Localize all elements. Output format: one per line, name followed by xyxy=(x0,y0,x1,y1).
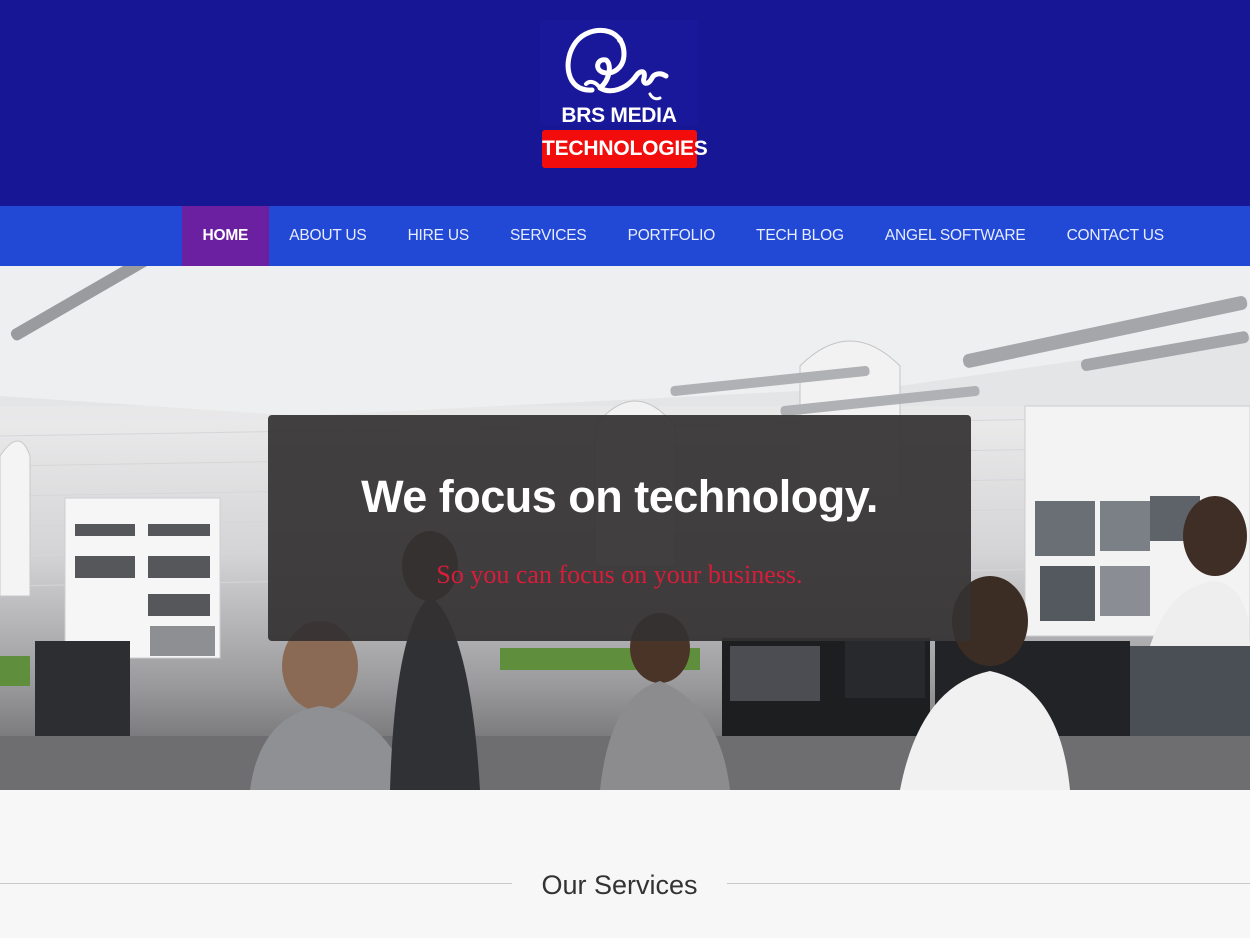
site-logo[interactable]: BRS MEDIA TECHNOLOGIES xyxy=(540,20,708,170)
hero-caption-box: We focus on technology. So you can focus… xyxy=(268,415,971,641)
brand-tagline: TECHNOLOGIES xyxy=(542,130,708,168)
nav-item-services[interactable]: SERVICES xyxy=(490,206,608,266)
divider-right xyxy=(727,883,1250,884)
hero-banner: We focus on technology. So you can focus… xyxy=(0,266,1250,790)
hero-subtitle: So you can focus on your business. xyxy=(436,560,803,589)
services-section: Our Services xyxy=(0,790,1250,938)
divider-left xyxy=(0,883,512,884)
main-nav: HOME ABOUT US HIRE US SERVICES PORTFOLIO… xyxy=(0,206,1250,266)
nav-item-portfolio[interactable]: PORTFOLIO xyxy=(607,206,735,266)
nav-item-contact-us[interactable]: CONTACT US xyxy=(1046,206,1184,266)
nav-item-angel-software[interactable]: ANGEL SOFTWARE xyxy=(864,206,1046,266)
site-header: BRS MEDIA TECHNOLOGIES xyxy=(0,0,1250,206)
nav-list: HOME ABOUT US HIRE US SERVICES PORTFOLIO… xyxy=(182,206,1184,266)
nav-item-tech-blog[interactable]: TECH BLOG xyxy=(736,206,865,266)
nav-item-about-us[interactable]: ABOUT US xyxy=(269,206,387,266)
services-heading: Our Services xyxy=(541,870,698,900)
nav-item-home[interactable]: HOME xyxy=(182,206,269,266)
brand-name: BRS MEDIA xyxy=(561,104,677,127)
nav-item-hire-us[interactable]: HIRE US xyxy=(387,206,489,266)
hero-title: We focus on technology. xyxy=(361,471,878,522)
